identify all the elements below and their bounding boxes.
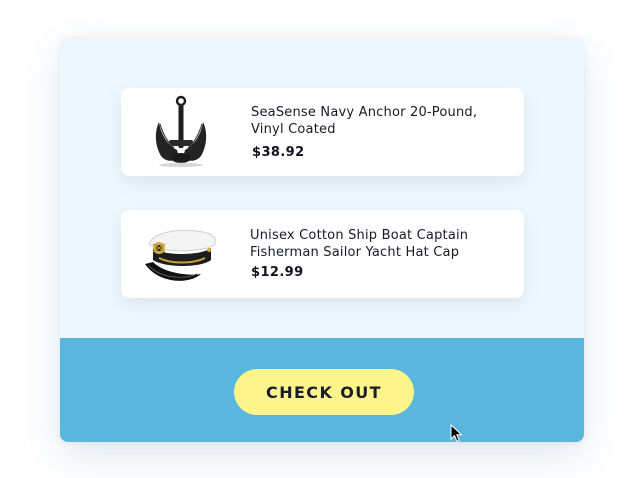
checkout-button[interactable]: CHECK OUT (234, 369, 414, 415)
cart-item[interactable]: SeaSense Navy Anchor 20-Pound, Vinyl Coa… (121, 88, 524, 176)
cart-card: SeaSense Navy Anchor 20-Pound, Vinyl Coa… (60, 36, 584, 442)
cart-item[interactable]: Unisex Cotton Ship Boat Captain Fisherma… (121, 210, 524, 298)
anchor-image-icon (139, 94, 223, 170)
item-price: $38.92 (252, 145, 305, 160)
item-price: $12.99 (251, 265, 304, 280)
captain-hat-image-icon (139, 216, 223, 292)
item-name: Unisex Cotton Ship Boat Captain Fisherma… (250, 228, 469, 260)
checkout-footer: CHECK OUT (60, 338, 584, 442)
mouse-cursor-icon (450, 424, 464, 444)
item-name: SeaSense Navy Anchor 20-Pound, Vinyl Coa… (251, 105, 478, 137)
page: SeaSense Navy Anchor 20-Pound, Vinyl Coa… (0, 0, 644, 478)
